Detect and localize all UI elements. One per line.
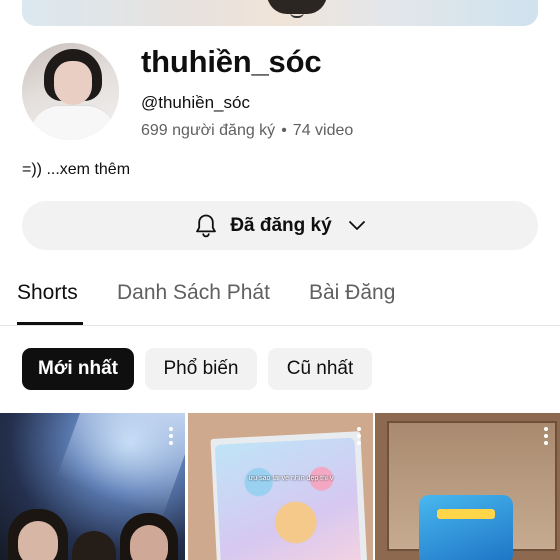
channel-stats: 699 người đăng ký • 74 video: [141, 122, 353, 140]
channel-description[interactable]: =)) ...xem thêm: [22, 161, 130, 179]
subscriber-count: 699 người đăng ký: [141, 122, 276, 139]
channel-tabs: Shorts Danh Sách Phát Bài Đăng: [0, 272, 560, 326]
short-thumbnail[interactable]: [0, 413, 185, 560]
more-vert-icon[interactable]: [169, 427, 173, 445]
filter-latest-chip[interactable]: Mới nhất: [22, 348, 134, 390]
channel-banner: [22, 0, 538, 26]
channel-name: thuhiền_sóc: [141, 44, 322, 79]
package-image: [419, 495, 513, 560]
filter-popular-chip[interactable]: Phổ biến: [145, 348, 257, 390]
chevron-down-icon: [348, 220, 365, 230]
tab-posts[interactable]: Bài Đăng: [309, 281, 395, 305]
more-vert-icon[interactable]: [357, 427, 361, 445]
bell-icon: [196, 214, 217, 237]
short-caption: ừu sao tải về nhìn đẹp thì v: [248, 475, 334, 482]
tab-playlists[interactable]: Danh Sách Phát: [117, 281, 270, 305]
subscribed-button[interactable]: Đã đăng ký: [22, 201, 538, 250]
video-count: 74 video: [292, 122, 354, 139]
tab-shorts[interactable]: Shorts: [17, 281, 78, 305]
short-thumbnail[interactable]: [375, 413, 560, 560]
subscribed-label: Đã đăng ký: [230, 214, 332, 236]
more-vert-icon[interactable]: [544, 427, 548, 445]
short-thumbnail[interactable]: ừu sao tải về nhìn đẹp thì v: [188, 413, 373, 560]
sticker-sheet-image: [214, 437, 362, 560]
channel-handle: @thuhiền_sóc: [141, 93, 250, 112]
filter-oldest-chip[interactable]: Cũ nhất: [268, 348, 372, 390]
active-tab-indicator: [17, 322, 83, 325]
avatar[interactable]: [22, 43, 119, 140]
stats-separator: •: [281, 122, 287, 139]
